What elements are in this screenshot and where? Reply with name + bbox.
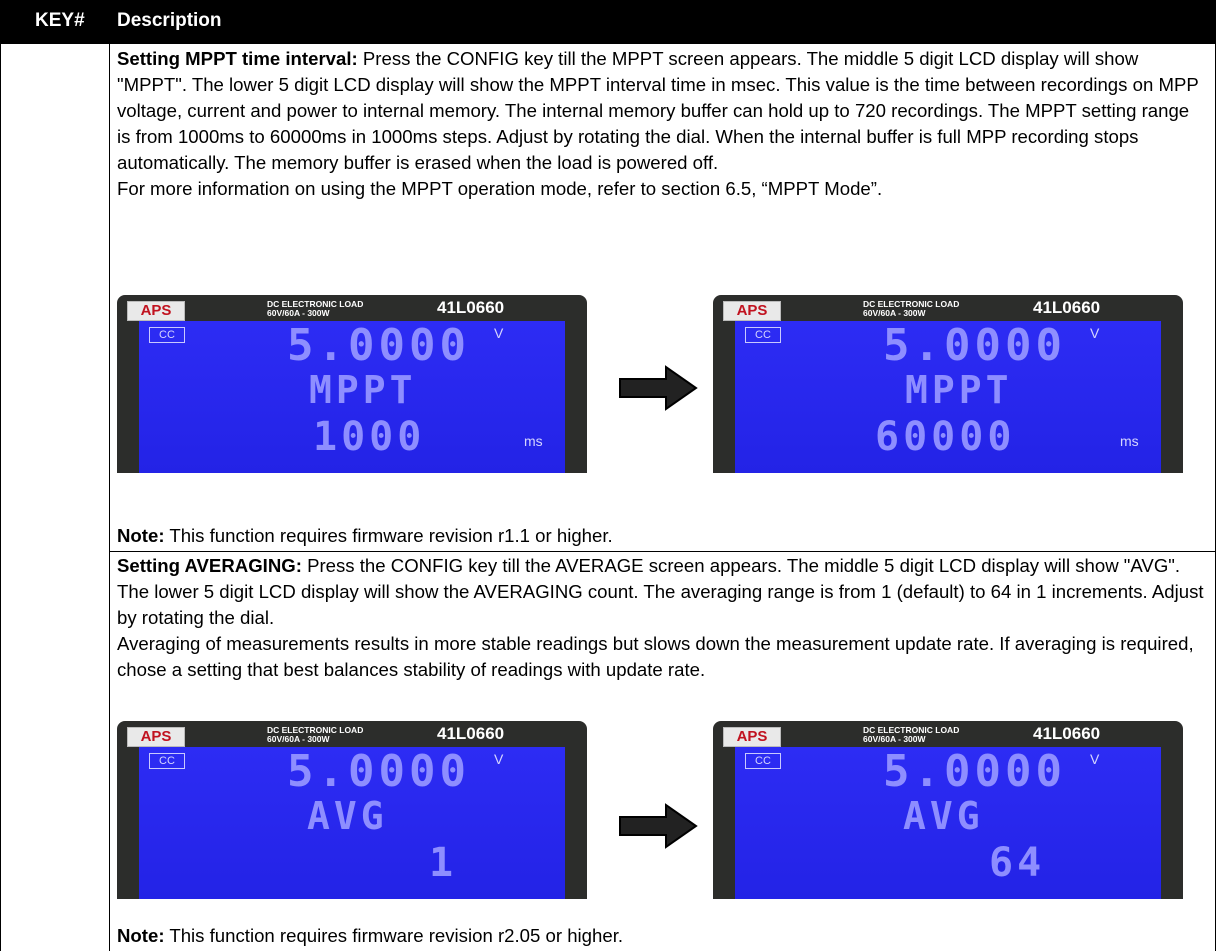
middle-display: AVG [903, 794, 984, 838]
lower-display: 1000 [313, 414, 426, 460]
lcd-panel-mppt-60000: APS DC ELECTRONIC LOAD 60V/60A - 300W 41L… [713, 295, 1183, 473]
model-description: DC ELECTRONIC LOAD 60V/60A - 300W [863, 725, 960, 744]
aps-logo: APS [723, 727, 781, 747]
middle-display: AVG [307, 794, 388, 838]
voltage-readout: 5.0000 [883, 320, 1066, 371]
volt-unit: V [494, 751, 504, 767]
mppt-description: Setting MPPT time interval: Press the CO… [117, 46, 1205, 202]
voltage-readout: 5.0000 [287, 320, 470, 371]
mppt-heading: Setting MPPT time interval: [117, 48, 358, 69]
mppt-note: Note: This function requires firmware re… [117, 525, 613, 546]
lower-display: 1 [429, 840, 458, 886]
volt-unit: V [1090, 325, 1100, 341]
description-column-header: Description [117, 10, 222, 31]
model-number: 41L0660 [437, 724, 505, 743]
mode-indicator: CC [149, 327, 185, 343]
mppt-reference: For more information on using the MPPT o… [117, 178, 883, 199]
voltage-readout: 5.0000 [883, 746, 1066, 797]
model-number: 41L0660 [437, 298, 505, 317]
middle-display: MPPT [905, 368, 1013, 412]
right-arrow-icon [619, 803, 698, 849]
lcd-screen: CC 5.0000 V MPPT 1000 ms [139, 321, 565, 473]
table-header: KEY# Description [0, 0, 1216, 44]
instruction-table: KEY# Description Setting MPPT time inter… [0, 0, 1216, 951]
table-border-left [0, 44, 1, 951]
lcd-screen: CC 5.0000 V AVG 64 [735, 747, 1161, 899]
lcd-screen: CC 5.0000 V AVG 1 [139, 747, 565, 899]
right-arrow-icon [619, 365, 698, 411]
middle-display: MPPT [309, 368, 417, 412]
model-description: DC ELECTRONIC LOAD 60V/60A - 300W [267, 725, 364, 744]
mode-indicator: CC [745, 753, 781, 769]
averaging-body-2: Averaging of measurements results in mor… [117, 633, 1194, 680]
row-divider [109, 551, 1216, 552]
lower-display: 64 [989, 840, 1046, 886]
model-description: DC ELECTRONIC LOAD 60V/60A - 300W [863, 299, 960, 318]
lcd-panel-avg-1: APS DC ELECTRONIC LOAD 60V/60A - 300W 41L… [117, 721, 587, 899]
aps-logo: APS [127, 301, 185, 321]
mode-indicator: CC [149, 753, 185, 769]
aps-logo: APS [127, 727, 185, 747]
averaging-note: Note: This function requires firmware re… [117, 925, 624, 946]
lcd-screen: CC 5.0000 V MPPT 60000 ms [735, 321, 1161, 473]
voltage-readout: 5.0000 [287, 746, 470, 797]
averaging-heading: Setting AVERAGING: [117, 555, 302, 576]
lcd-panel-mppt-1000: APS DC ELECTRONIC LOAD 60V/60A - 300W 41L… [117, 295, 587, 473]
model-number: 41L0660 [1033, 298, 1101, 317]
model-number: 41L0660 [1033, 724, 1101, 743]
aps-logo: APS [723, 301, 781, 321]
volt-unit: V [494, 325, 504, 341]
ms-unit: ms [1120, 433, 1139, 449]
key-column-header: KEY# [35, 10, 85, 31]
ms-unit: ms [524, 433, 543, 449]
averaging-description: Setting AVERAGING: Press the CONFIG key … [117, 553, 1205, 683]
lcd-panel-avg-64: APS DC ELECTRONIC LOAD 60V/60A - 300W 41L… [713, 721, 1183, 899]
volt-unit: V [1090, 751, 1100, 767]
lower-display: 60000 [875, 414, 1016, 460]
mode-indicator: CC [745, 327, 781, 343]
column-divider [109, 44, 110, 951]
model-description: DC ELECTRONIC LOAD 60V/60A - 300W [267, 299, 364, 318]
